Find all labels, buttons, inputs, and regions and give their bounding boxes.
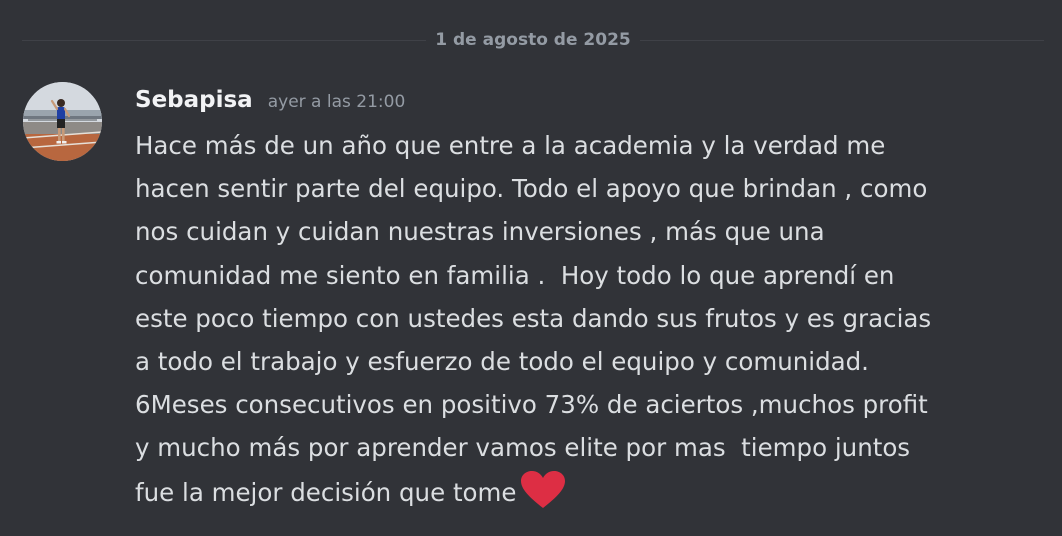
message-line-text: fue la mejor decisión que tome — [135, 477, 517, 507]
message-line: comunidad me siento en familia . Hoy tod… — [135, 260, 895, 290]
heart-icon[interactable] — [520, 470, 566, 523]
message-line-last: fue la mejor decisión que tome — [135, 470, 1050, 513]
message-timestamp[interactable]: ayer a las 21:00 — [268, 92, 406, 112]
divider-line-right — [639, 39, 1044, 41]
date-divider: 1 de agosto de 2025 — [22, 26, 1044, 54]
avatar-photo — [23, 82, 102, 161]
message-line: 6Meses consecutivos en positivo 73% de a… — [135, 390, 928, 420]
username[interactable]: Sebapisa — [135, 87, 253, 113]
avatar[interactable] — [23, 82, 102, 161]
divider-line-left — [22, 39, 427, 41]
chat-page: 1 de agosto de 2025 Sebapisa ayer a las … — [0, 0, 1062, 536]
message-content: Hace más de un año que entre a la academ… — [135, 124, 1050, 513]
message-header: Sebapisa ayer a las 21:00 — [135, 87, 405, 113]
message-line: y mucho más por aprender vamos elite por… — [135, 433, 911, 463]
message-line: hacen sentir parte del equipo. Todo el a… — [135, 174, 928, 204]
message-line: Hace más de un año que entre a la academ… — [135, 131, 886, 160]
message-line: a todo el trabajo y esfuerzo de todo el … — [135, 346, 869, 376]
message-line: nos cuidan y cuidan nuestras inversiones… — [135, 217, 825, 247]
message-line: este poco tiempo con ustedes esta dando … — [135, 303, 932, 333]
divider-date: 1 de agosto de 2025 — [435, 30, 631, 50]
